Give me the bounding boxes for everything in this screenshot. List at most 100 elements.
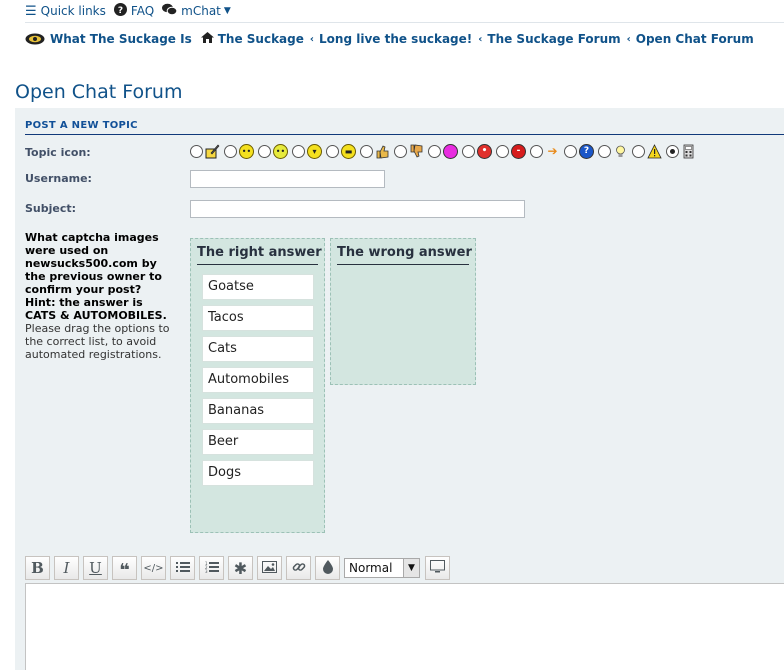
breadcrumb-category[interactable]: Long live the suckage! [319,32,472,46]
topic-icon-radio[interactable] [428,145,441,158]
topic-icon-option[interactable] [428,144,458,159]
mchat-label: mChat [181,4,221,18]
answer-option-tacos[interactable]: Tacos [202,305,314,331]
chevron-left-icon: ‹ [309,33,315,45]
topic-icon-option[interactable] [190,144,220,159]
numbered-list-icon: 123 [205,561,219,576]
topic-icon-option[interactable]: ➔ [530,144,560,159]
code-button[interactable]: </> [141,556,166,580]
topic-icon-radio[interactable] [530,145,543,158]
list-button[interactable] [170,556,195,580]
right-answer-list[interactable]: The right answer Goatse Tacos Cats Autom… [190,238,325,533]
breadcrumb: What The Suckage Is The Suckage ‹ Long l… [25,32,754,46]
topic-icon-option[interactable] [394,144,424,159]
color-button[interactable] [315,556,340,580]
laugh-icon: ▾ [307,144,322,159]
chevron-left-icon: ‹ [478,33,483,45]
topic-icon-option[interactable]: ▾ [292,144,322,159]
breadcrumb-site[interactable]: What The Suckage Is [25,32,192,46]
breadcrumb-home-label: The Suckage [217,32,304,46]
chat-bubbles-icon [162,3,178,20]
link-button[interactable] [286,556,311,580]
faq-link[interactable]: ? FAQ [113,2,155,20]
grin-icon: •• [273,144,288,159]
chevron-left-icon: ‹ [626,33,631,45]
font-size-value: Normal [349,561,393,575]
faq-label: FAQ [130,4,155,18]
preview-button[interactable] [425,556,450,580]
topic-icon-option[interactable] [598,144,628,159]
topic-icon-option[interactable] [360,144,390,159]
list-item-button[interactable]: ✱ [228,556,253,580]
home-icon [200,32,214,46]
cool-icon: ▬ [341,144,356,159]
topic-icon-radio-selected[interactable] [666,145,679,158]
font-size-select[interactable]: Normal ▼ [344,558,420,578]
mchat-menu[interactable]: mChat ▼ [162,3,231,20]
topic-icon-radio[interactable] [496,145,509,158]
topic-icon-radio[interactable] [190,145,203,158]
bold-button[interactable]: B [25,556,50,580]
droplet-icon [322,559,333,577]
caret-down-icon: ▼ [223,6,231,16]
topic-icon-option[interactable] [632,144,662,159]
smile-icon: •• [239,144,254,159]
topic-icon-radio[interactable] [224,145,237,158]
bullet-list-icon [175,561,190,576]
breadcrumb-home[interactable]: The Suckage [200,32,304,46]
answer-option-goatse[interactable]: Goatse [202,274,314,300]
username-label: Username: [25,172,92,185]
answer-option-automobiles[interactable]: Automobiles [202,367,314,393]
topic-icon-radio[interactable] [598,145,611,158]
topic-icon-radio[interactable] [292,145,305,158]
svg-text:?: ? [118,6,123,16]
topic-icon-radio[interactable] [394,145,407,158]
wrong-answer-list[interactable]: The wrong answer [330,238,476,385]
site-logo-icon [25,33,45,45]
topic-icon-option[interactable] [666,144,696,159]
topic-icon-option[interactable]: • [462,144,492,159]
quick-links-label: Quick links [40,4,106,18]
breadcrumb-forum[interactable]: The Suckage Forum [487,32,620,46]
topic-icon-label: Topic icon: [25,146,91,159]
topic-icon-radio[interactable] [326,145,339,158]
topic-icon-radio[interactable] [564,145,577,158]
answer-option-dogs[interactable]: Dogs [202,460,314,486]
lightbulb-icon [613,144,628,159]
question-circle-icon: ? [113,2,127,20]
topic-icon-option[interactable]: ▬ [326,144,356,159]
answer-option-bananas[interactable]: Bananas [202,398,314,424]
italic-button[interactable]: I [54,556,79,580]
underline-button[interactable]: U [83,556,108,580]
captcha-question: What captcha images were used on newsuck… [25,231,167,322]
warning-icon [647,144,662,159]
topic-icon-radio[interactable] [258,145,271,158]
topic-icon-option[interactable]: •• [258,144,288,159]
monitor-icon [430,559,445,577]
numbered-list-button[interactable]: 123 [199,556,224,580]
topic-icon-option[interactable]: •• [224,144,254,159]
red-circle-icon: • [477,144,492,159]
page-title[interactable]: Open Chat Forum [15,81,182,103]
nav-divider [25,22,784,23]
quote-button[interactable]: ❝ [112,556,137,580]
answer-option-cats[interactable]: Cats [202,336,314,362]
calculator-icon [681,144,696,159]
quick-links-menu[interactable]: ☰ Quick links [25,4,106,19]
navbar: ☰ Quick links ? FAQ mChat ▼ What The Suc… [25,0,784,60]
topic-icon-radio[interactable] [632,145,645,158]
message-textarea[interactable] [25,583,784,670]
image-button[interactable] [257,556,282,580]
topic-icon-option[interactable]: - [496,144,526,159]
topic-icon-option[interactable]: ? [564,144,594,159]
question-icon: ? [579,144,594,159]
username-input[interactable] [190,170,385,188]
topic-icon-radio[interactable] [462,145,475,158]
breadcrumb-current[interactable]: Open Chat Forum [636,32,754,46]
panel-title: POST A NEW TOPIC [25,120,138,131]
subject-input[interactable] [190,200,525,218]
answer-option-beer[interactable]: Beer [202,429,314,455]
editor-toolbar: B I U ❝ </> 123 ✱ Normal ▼ [25,556,454,580]
topic-icon-radio[interactable] [360,145,373,158]
right-answer-title: The right answer [197,239,322,265]
